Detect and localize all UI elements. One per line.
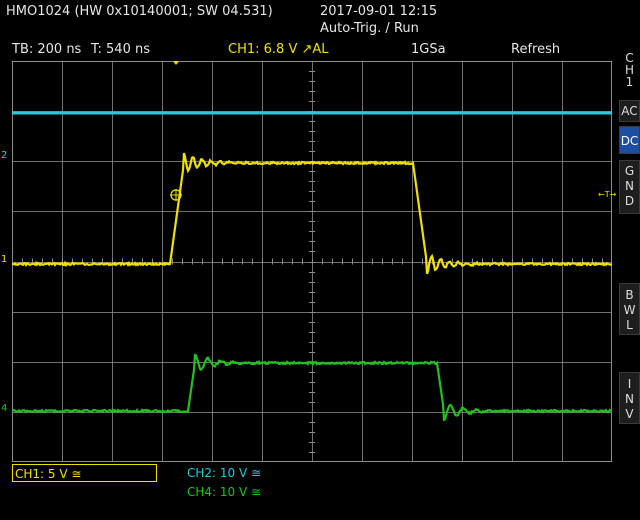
bandwidth-limit-button[interactable]: B W L [619,283,640,335]
coupling-gnd-button[interactable]: G N D [619,160,640,214]
trigger-setting[interactable]: CH1: 6.8 V ↗AL [228,42,329,57]
ch1-marker: 1 [1,254,7,265]
coupling-ac-button[interactable]: AC [619,100,640,122]
trigger-level-marker: ←T→ [598,190,616,199]
acquisition-mode[interactable]: Refresh [511,42,560,57]
invert-button[interactable]: I N V [619,372,640,424]
waveform-display [12,61,612,462]
ch2-marker: 2 [1,150,7,161]
button-letter: N [620,179,639,194]
ch4-marker: 4 [1,403,7,414]
device-info: HMO1024 (HW 0x10140001; SW 04.531) [6,4,273,19]
datetime: 2017-09-01 12:15 [320,4,437,19]
button-letter: I [620,377,639,392]
ch4-settings[interactable]: CH4: 10 V ≅ [187,485,261,499]
trigger-time[interactable]: T: 540 ns [91,42,150,57]
trigger-position-marker [173,61,179,65]
scope-screen[interactable] [12,61,612,462]
button-letter: V [620,407,639,422]
button-letter: B [620,288,639,303]
button-letter: L [620,318,639,333]
ch2-settings[interactable]: CH2: 10 V ≅ [187,466,261,480]
trigger-mode: Auto-Trig. / Run [320,21,419,36]
button-letter: W [620,303,639,318]
ch1-settings[interactable]: CH1: 5 V ≅ [12,464,157,482]
sample-rate: 1GSa [411,42,446,57]
channel-indicator: C H 1 [619,50,640,98]
timebase[interactable]: TB: 200 ns [12,42,81,57]
button-letter: G [620,164,639,179]
channel-letter: 1 [619,76,640,88]
coupling-dc-button[interactable]: DC [619,126,640,154]
button-letter: N [620,392,639,407]
button-letter: D [620,194,639,209]
